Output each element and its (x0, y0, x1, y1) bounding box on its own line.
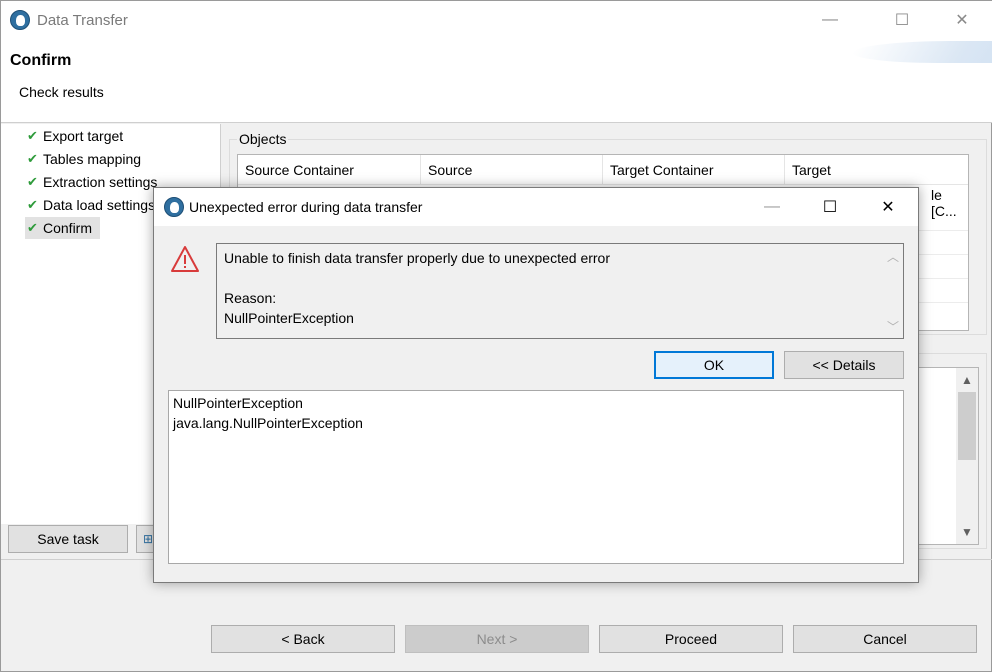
page-title: Confirm (10, 52, 72, 69)
reason-value: NullPointerException (224, 310, 354, 326)
dialog-maximize-icon[interactable]: ☐ (802, 188, 858, 226)
scroll-down-icon[interactable]: ﹀ (882, 316, 904, 336)
column-header-source[interactable]: Source (421, 155, 603, 185)
back-button[interactable]: < Back (211, 625, 395, 653)
step-export-target[interactable]: ✔ Export target (25, 125, 123, 147)
proceed-button[interactable]: Proceed (599, 625, 783, 653)
check-icon: ✔ (27, 128, 38, 143)
close-icon[interactable]: ✕ (939, 1, 985, 39)
error-details-text-area[interactable]: NullPointerException java.lang.NullPoint… (168, 390, 904, 564)
header-decoration (846, 41, 992, 63)
dialog-title: Unexpected error during data transfer (189, 199, 423, 215)
wizard-header: Confirm Check results (1, 39, 992, 123)
check-icon: ✔ (27, 197, 38, 212)
step-confirm[interactable]: ✔ Confirm (25, 217, 101, 239)
check-icon: ✔ (27, 174, 38, 189)
column-header-target-container[interactable]: Target Container (603, 155, 785, 185)
dialog-minimize-icon[interactable]: — (744, 188, 800, 226)
save-task-button[interactable]: Save task (8, 525, 128, 553)
summary-scrollbar[interactable]: ▲ ▼ (956, 368, 978, 544)
dialog-close-icon[interactable]: ✕ (860, 188, 916, 226)
scrollbar-thumb[interactable] (958, 392, 976, 460)
check-icon: ✔ (27, 151, 38, 166)
reason-label: Reason: (224, 290, 277, 306)
message-scrollbar[interactable]: ︿ ﹀ (882, 244, 903, 338)
window-title: Data Transfer (37, 12, 128, 29)
tasks-icon: ⊞ (142, 532, 154, 546)
step-label: Extraction settings (43, 174, 158, 190)
step-label: Export target (43, 128, 124, 144)
error-dialog: Unexpected error during data transfer — … (153, 187, 919, 583)
scroll-up-icon[interactable]: ▲ (956, 370, 978, 390)
step-extraction-settings[interactable]: ✔ Extraction settings (25, 171, 157, 193)
error-message: Unable to finish data transfer properly … (224, 250, 611, 266)
objects-group-label: Objects (237, 131, 289, 147)
dialog-titlebar[interactable]: Unexpected error during data transfer — … (154, 188, 918, 226)
step-tables-mapping[interactable]: ✔ Tables mapping (25, 148, 141, 170)
check-icon: ✔ (27, 220, 38, 235)
error-message-box[interactable]: Unable to finish data transfer properly … (216, 243, 904, 339)
toggle-details-button[interactable]: << Details (784, 351, 904, 379)
maximize-icon[interactable]: ☐ (879, 1, 925, 39)
step-label: Confirm (43, 220, 93, 236)
step-label: Data load settings (43, 197, 156, 213)
minimize-icon[interactable]: — (807, 1, 853, 39)
cancel-button[interactable]: Cancel (793, 625, 977, 653)
window-titlebar[interactable]: Data Transfer — ☐ ✕ (1, 1, 992, 39)
warning-icon (171, 246, 199, 272)
ok-button[interactable]: OK (654, 351, 774, 379)
app-logo-icon (10, 10, 30, 30)
table-cell-target: le [C... (931, 187, 957, 219)
step-data-load-settings[interactable]: ✔ Data load settings (25, 194, 155, 216)
scroll-up-icon[interactable]: ︿ (882, 246, 904, 266)
details-line: java.lang.NullPointerException (173, 415, 363, 431)
next-button[interactable]: Next > (405, 625, 589, 653)
page-subtitle: Check results (19, 84, 104, 100)
app-logo-icon (164, 197, 184, 217)
column-header-source-container[interactable]: Source Container (238, 155, 421, 185)
column-header-target[interactable]: Target (785, 155, 968, 185)
step-label: Tables mapping (43, 151, 142, 167)
scroll-down-icon[interactable]: ▼ (956, 522, 978, 542)
details-line: NullPointerException (173, 395, 303, 411)
